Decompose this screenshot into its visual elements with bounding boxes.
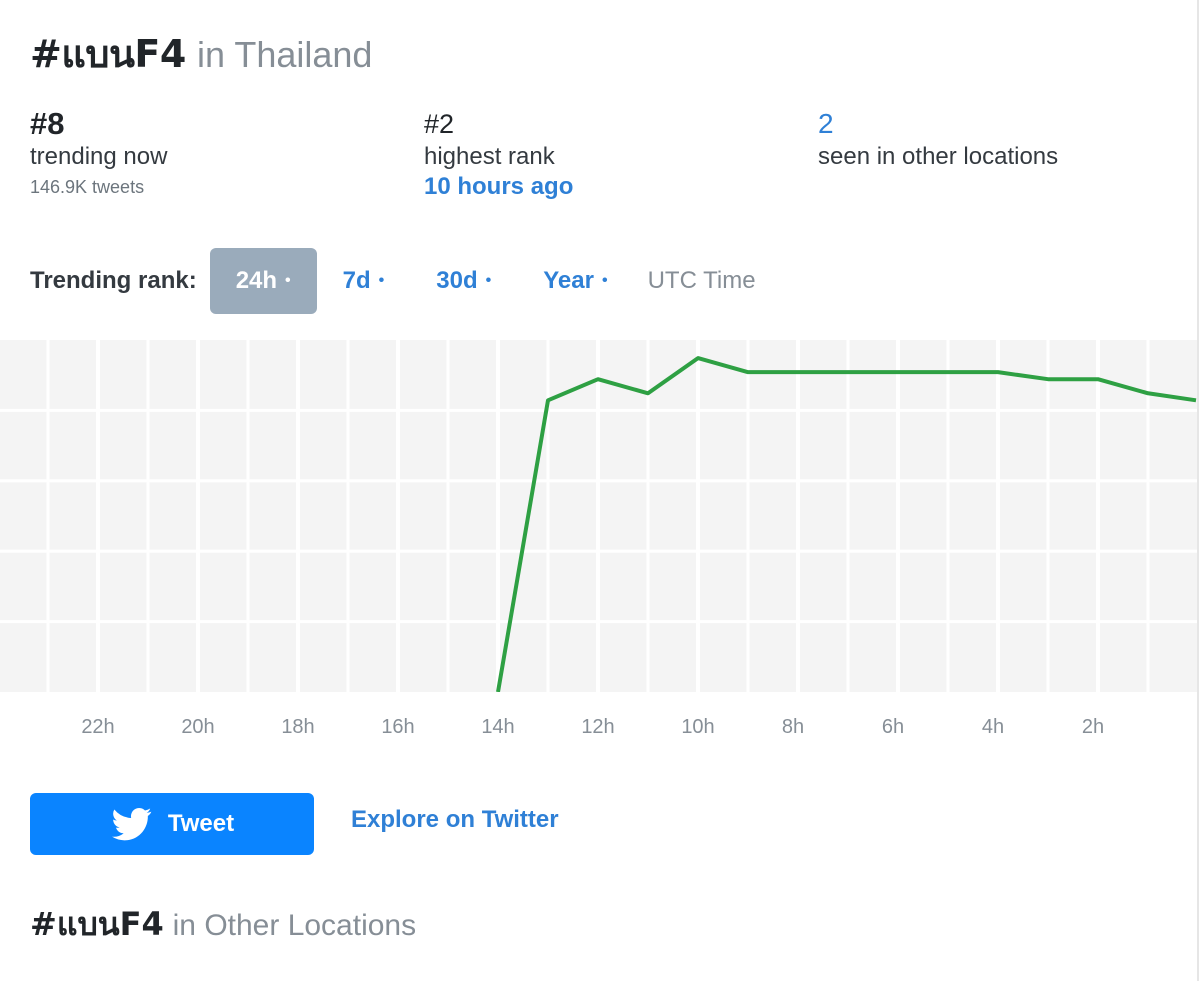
highest-rank-label: highest rank [424,143,555,170]
stat-other-locations: 2 seen in other locations [818,106,1058,172]
x-tick-label: 14h [481,716,515,738]
dot-icon: • [601,272,608,289]
v-gridline [896,340,900,692]
other-locations-heading: #แบนF4 in Other Locations [30,902,416,948]
dot-icon: • [285,272,291,289]
other-locations-text: in Other Locations [172,909,417,942]
x-tick-label: 16h [381,716,415,738]
v-gridline [696,340,700,692]
location-text: in Thailand [196,34,373,75]
tab-label: Year [543,267,594,294]
v-gridline [396,340,400,692]
v-gridline [846,340,850,692]
h-gridline [0,479,1197,483]
timezone-label: UTC Time [647,267,756,294]
tweet-button-label: Tweet [167,810,235,837]
v-gridline [546,340,550,692]
v-gridline [196,340,200,692]
other-locations-label: seen in other locations [818,143,1059,170]
h-gridline [0,620,1197,624]
v-gridline [1046,340,1050,692]
v-gridline [946,340,950,692]
x-tick-label: 6h [881,716,905,738]
x-tick-label: 18h [281,716,315,738]
other-locations-count-link[interactable]: 2 [818,106,1058,142]
v-gridline [996,340,1000,692]
v-gridline [296,340,300,692]
hashtag: #แบนF4 [30,32,186,76]
tab-label: 7d [342,267,371,294]
h-gridline [0,408,1197,412]
dot-icon: • [485,272,492,289]
x-tick-label: 10h [681,716,715,738]
current-rank-label: trending now [30,143,168,170]
hashtag: #แบนF4 [30,905,164,943]
panel-border [1197,0,1199,981]
stat-trending-now: #8 trending now 146.9K tweets [30,106,167,200]
explore-on-twitter-link[interactable]: Explore on Twitter [351,806,559,834]
trending-rank-chart [0,340,1197,692]
tweet-button[interactable]: Tweet [30,793,314,855]
stat-highest-rank: #2 highest rank 10 hours ago [424,106,573,202]
x-tick-label: 8h [781,716,805,738]
highest-rank-time-link[interactable]: 10 hours ago [424,172,573,202]
rank-range-tabs: Trending rank: 24h • 7d • 30d • Year • UTC T… [30,248,782,314]
tab-year[interactable]: Year • [517,248,633,314]
tab-label: 24h [235,267,278,294]
v-gridline [446,340,450,692]
v-gridline [496,340,500,692]
v-gridline [746,340,750,692]
v-gridline [596,340,600,692]
v-gridline [96,340,100,692]
twitter-bird-icon [111,808,152,841]
v-gridline [796,340,800,692]
v-gridline [346,340,350,692]
v-gridline [1096,340,1100,692]
tab-30d[interactable]: 30d • [410,248,517,314]
x-tick-label: 12h [581,716,615,738]
page-title: #แบนF4 in Thailand [30,28,372,81]
h-gridline [0,549,1197,553]
x-tick-label: 22h [81,716,115,738]
x-tick-label: 20h [181,716,215,738]
v-gridline [246,340,250,692]
tab-24h[interactable]: 24h • [209,248,317,314]
tab-7d[interactable]: 7d • [317,248,411,314]
x-tick-label: 4h [981,716,1005,738]
tab-label: 30d [436,267,478,294]
highest-rank: #2 [424,109,455,139]
dot-icon: • [378,272,385,289]
current-rank: #8 [30,106,65,141]
chart-grid [0,340,1197,692]
tweet-count: 146.9K tweets [30,177,145,197]
x-tick-label: 2h [1081,716,1105,738]
v-gridline [146,340,150,692]
rank-tabs-label: Trending rank: [30,267,197,294]
v-gridline [46,340,50,692]
